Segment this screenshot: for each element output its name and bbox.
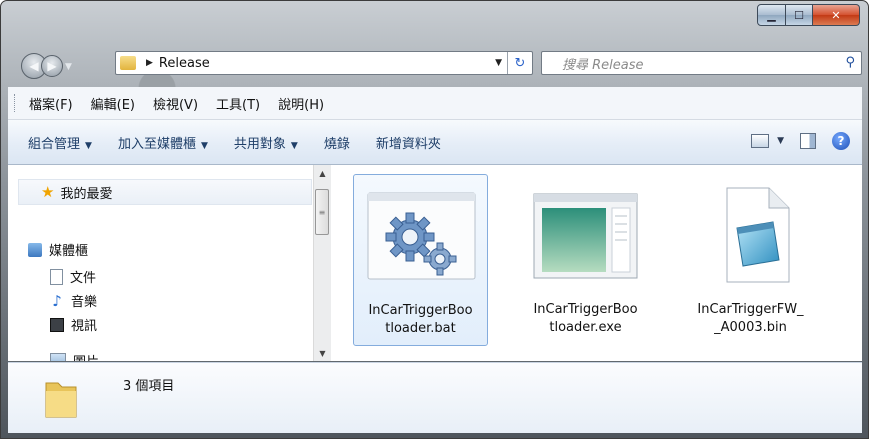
view-controls: ▼ ? [751, 132, 850, 150]
organize-label: 組合管理 [28, 136, 81, 152]
file-name-line: InCarTriggerFW_ [697, 302, 804, 317]
file-name-line: tloader.bat [385, 321, 456, 336]
music-note-icon: ♪ [52, 291, 62, 310]
document-icon [50, 268, 63, 285]
breadcrumb-release[interactable]: Release [159, 56, 210, 71]
address-dropdown-icon[interactable]: ▼ [495, 58, 502, 68]
include-in-library-button[interactable]: 加入至媒體櫃 ▼ [118, 133, 208, 152]
file-name-line: tloader.exe [549, 320, 622, 335]
nav-libraries-label: 媒體櫃 [49, 244, 89, 259]
nav-documents-label: 文件 [70, 271, 97, 286]
nav-pane-scrollbar[interactable]: ▲ ≡ ▼ [313, 165, 331, 361]
nav-documents[interactable]: 文件 [50, 267, 96, 286]
file-name-line: _A0003.bin [714, 320, 787, 335]
change-view-icon[interactable] [751, 134, 770, 148]
explorer-window: ▁ ☐ ✕ ◀ ▶ ▼ ▶ Release ▼ ↻ 搜尋 Release ⚲ 檔… [0, 0, 869, 439]
nav-favorites-label: 我的最愛 [60, 186, 113, 202]
chevron-down-icon: ▼ [200, 140, 208, 151]
address-bar[interactable]: ▶ Release ▼ ↻ [115, 51, 533, 75]
picture-icon [50, 352, 66, 361]
file-name: InCarTriggerFW_ _A0003.bin [683, 301, 818, 337]
menu-edit[interactable]: 編輯(E) [91, 94, 135, 113]
close-button[interactable]: ✕ [813, 4, 860, 26]
folder-icon [120, 56, 136, 70]
nav-pictures-label: 圖片 [73, 351, 99, 361]
forward-arrow-icon: ▶ [47, 59, 57, 73]
menu-bar: 檔案(F) 編輯(E) 檢視(V) 工具(T) 說明(H) [8, 87, 862, 120]
application-window-icon [533, 193, 638, 279]
nav-libraries[interactable]: 媒體櫃 [28, 240, 88, 259]
menu-grip [14, 94, 19, 112]
menu-help[interactable]: 說明(H) [278, 94, 324, 113]
chevron-down-icon: ▼ [290, 140, 298, 151]
view-dropdown-icon[interactable]: ▼ [777, 136, 784, 146]
include-label: 加入至媒體櫃 [117, 136, 196, 152]
menu-view[interactable]: 檢視(V) [153, 94, 198, 113]
search-box[interactable]: 搜尋 Release ⚲ [541, 51, 862, 75]
search-icon[interactable]: ⚲ [845, 55, 855, 70]
recent-pages-button[interactable]: ▼ [65, 62, 72, 72]
forward-button[interactable]: ▶ [41, 55, 63, 77]
new-folder-button[interactable]: 新增資料夾 [376, 133, 441, 152]
chevron-down-icon: ▼ [85, 140, 92, 151]
file-item[interactable]: InCarTriggerFW_ _A0003.bin [683, 174, 818, 346]
nav-music-label: 音樂 [71, 295, 98, 310]
caption-buttons: ▁ ☐ ✕ [757, 4, 860, 26]
burn-button[interactable]: 燒錄 [324, 133, 350, 152]
refresh-button[interactable]: ↻ [507, 52, 532, 74]
file-name-line: InCarTriggerBoo [368, 303, 473, 318]
nav-music[interactable]: ♪ 音樂 [50, 291, 98, 311]
nav-videos-label: 視訊 [71, 319, 98, 334]
navigation-pane: ★ 我的最愛 媒體櫃 文件 ♪ 音樂 視訊 圖片 [8, 165, 313, 361]
film-icon [50, 317, 64, 332]
notepad-icon [726, 187, 790, 283]
refresh-icon: ↻ [514, 55, 526, 71]
file-item[interactable]: InCarTriggerBoo tloader.bat [353, 174, 488, 346]
scroll-up-icon[interactable]: ▲ [314, 165, 331, 181]
library-icon [28, 242, 42, 257]
nav-videos[interactable]: 視訊 [50, 315, 97, 334]
file-name-line: InCarTriggerBoo [533, 302, 638, 317]
file-list: InCarTriggerBoo tloader.bat InCarTrigger… [331, 165, 862, 361]
navigation-row: ◀ ▶ ▼ ▶ Release ▼ ↻ 搜尋 Release ⚲ [1, 45, 868, 85]
file-name: InCarTriggerBoo tloader.exe [518, 301, 653, 337]
command-bar: 組合管理 ▼ 加入至媒體櫃 ▼ 共用對象 ▼ 燒錄 新增資料夾 ▼ ? [8, 120, 862, 165]
nav-pictures[interactable]: 圖片 [50, 351, 99, 361]
nav-favorites[interactable]: ★ 我的最愛 [18, 179, 312, 205]
gears-icon [367, 192, 476, 280]
menu-file[interactable]: 檔案(F) [29, 94, 73, 113]
minimize-button[interactable]: ▁ [757, 4, 786, 26]
file-item[interactable]: InCarTriggerBoo tloader.exe [518, 174, 653, 346]
share-label: 共用對象 [233, 136, 286, 152]
menu-tools[interactable]: 工具(T) [216, 94, 260, 113]
breadcrumb-separator-icon[interactable]: ▶ [146, 58, 153, 68]
details-pane: 3 個項目 [8, 362, 862, 433]
scroll-down-icon[interactable]: ▼ [314, 345, 331, 361]
help-icon[interactable]: ? [832, 132, 850, 150]
share-with-button[interactable]: 共用對象 ▼ [234, 133, 298, 152]
file-name: InCarTriggerBoo tloader.bat [354, 302, 487, 338]
preview-pane-icon[interactable] [800, 133, 816, 149]
organize-button[interactable]: 組合管理 ▼ [28, 133, 92, 152]
maximize-button[interactable]: ☐ [786, 4, 813, 26]
back-arrow-icon: ◀ [29, 59, 39, 73]
title-bar: ▁ ☐ ✕ [1, 1, 868, 43]
star-icon: ★ [41, 183, 55, 201]
folder-icon [45, 382, 77, 418]
scroll-thumb[interactable]: ≡ [315, 189, 329, 235]
search-placeholder: 搜尋 Release [562, 57, 644, 73]
item-count: 3 個項目 [123, 379, 175, 394]
